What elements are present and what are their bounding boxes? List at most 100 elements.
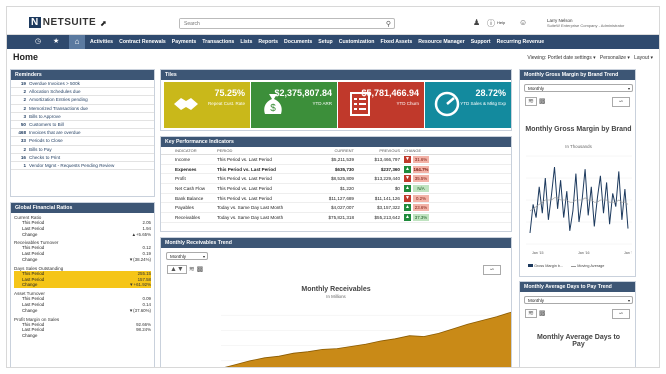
reminder-item[interactable]: 2 Memorized Transactions due — [11, 105, 154, 113]
nav-item[interactable]: Customization — [339, 39, 375, 45]
netsuite-logo[interactable]: N NETSUITE — [29, 17, 96, 28]
reminder-label[interactable]: Customers to Bill — [29, 122, 64, 127]
layout-button[interactable]: Layout — [634, 55, 649, 61]
reminder-count[interactable]: 50 — [11, 122, 29, 127]
reminder-count[interactable]: 468 — [11, 130, 29, 135]
reminder-item[interactable]: 33 Periods to Close — [11, 137, 154, 146]
kpi-current: $1,220 — [339, 186, 354, 192]
reminder-count[interactable]: 2 — [11, 97, 29, 102]
reminder-label[interactable]: Overdue Invoices > 500k — [29, 81, 80, 86]
ad-chart-type-icons[interactable]: ≋ ▩ — [525, 309, 545, 318]
global-search[interactable]: ⚲ — [179, 18, 395, 29]
reminder-label[interactable]: Allocation Schedules due — [29, 89, 81, 94]
kpi-row[interactable]: Payables Today vs. Same Day Last Month $4,… — [161, 203, 511, 214]
nav-item[interactable]: Recurring Revenue — [497, 39, 545, 45]
reminder-item[interactable]: 16 Checks to Print — [11, 154, 154, 162]
favorites-star-icon[interactable]: ★ — [53, 37, 59, 45]
ratio-line-label: Change — [22, 282, 38, 288]
reminder-item[interactable]: 2 Allocation Schedules due — [11, 88, 154, 97]
receivables-header: Monthly Receivables Trend — [161, 238, 511, 248]
kpi-row[interactable]: Net Cash Flow This Period vs. Last Period… — [161, 184, 511, 194]
arrow-up-icon: ▲ — [404, 184, 411, 192]
kpi-row[interactable]: Expenses This Period vs. Last Period $635,… — [161, 165, 511, 175]
kpi-row[interactable]: Bank Balance This Period vs. Last Period $… — [161, 194, 511, 204]
reminder-item[interactable]: 2 Bills to Pay — [11, 146, 154, 154]
ratio-line-label: Change — [22, 333, 38, 339]
reminder-item[interactable]: 3 Bills to Approve — [11, 113, 154, 121]
personalize-button[interactable]: Personalize — [600, 55, 626, 61]
gm-chart-type-icons[interactable]: ≋ ▩ — [525, 97, 545, 106]
user-menu[interactable]: Larry Nelson SuiteW Enterprise Company -… — [547, 18, 624, 28]
reminder-item[interactable]: 19 Overdue Invoices > 500k — [11, 80, 154, 89]
ratio-line-label: Change — [22, 256, 38, 262]
kpi-period: Today vs. Same Day Last Month — [217, 205, 284, 211]
nav-item[interactable]: Reports — [258, 39, 278, 45]
nav-item[interactable]: Setup — [318, 39, 332, 45]
ratio-line-value: ▲+5.65% — [132, 232, 151, 238]
reminder-count[interactable]: 16 — [11, 155, 29, 160]
reminder-item[interactable]: 468 Invoices that are overdue — [11, 129, 154, 138]
nav-item[interactable]: Resource Manager — [418, 39, 464, 45]
reminder-label[interactable]: Vendor Mgmt - Requests Pending Review — [29, 163, 114, 168]
gross-margin-period-select[interactable]: Monthly ▾ — [524, 84, 633, 92]
tiles-row: 75.25% Repeat Cust. Rate $ $2,375,807.84 YTD… — [164, 82, 511, 130]
reminder-label[interactable]: Amortization Entries pending — [29, 97, 88, 102]
chart-type-icons[interactable]: ▲▼ ≋ ▩ — [167, 265, 203, 274]
reminder-label[interactable]: Bills to Pay — [29, 147, 52, 152]
nav-item[interactable]: Activities — [90, 39, 113, 45]
kpi-row[interactable]: Receivables Today vs. Same Day Last Month… — [161, 213, 511, 223]
nav-item[interactable]: Transactions — [202, 39, 234, 45]
avg-days-period-select[interactable]: Monthly ▾ — [524, 296, 633, 304]
avg-days-portlet: Monthly Average Days to Pay Trend Monthl… — [519, 281, 636, 367]
mouse-cursor-icon: ⬈ — [100, 19, 107, 28]
kpi-tile[interactable]: $5,781,466.94 YTD Churn — [338, 82, 424, 128]
nav-item[interactable]: Payments — [172, 39, 197, 45]
nav-item[interactable]: Fixed Assets — [380, 39, 412, 45]
kpi-change-value: N/A — [413, 184, 429, 192]
reminder-count[interactable]: 19 — [11, 81, 29, 86]
trend-line-icon[interactable]: ∽ — [483, 265, 501, 275]
app-window: NNETSUITE ⬈ ⚲ ♟ ⓘ Help ☺ Larry Nelson Su… — [6, 6, 660, 368]
home-icon[interactable]: ⌂ — [69, 35, 85, 49]
reminder-item[interactable]: 2 Amortization Entries pending — [11, 96, 154, 105]
help-label[interactable]: Help — [497, 20, 505, 25]
search-icon[interactable]: ⚲ — [386, 20, 391, 28]
reminder-count[interactable]: 2 — [11, 89, 29, 94]
ad-trend-icon[interactable]: ∽ — [612, 309, 630, 319]
recent-history-icon[interactable]: ◷ — [35, 37, 41, 45]
kpi-header: Key Performance Indicators — [161, 137, 511, 147]
reminder-label[interactable]: Checks to Print — [29, 155, 60, 160]
reminder-label[interactable]: Bills to Approve — [29, 114, 61, 119]
reminder-item[interactable]: 1 Vendor Mgmt - Requests Pending Review — [11, 162, 154, 171]
reminder-count[interactable]: 2 — [11, 106, 29, 111]
gm-trend-icon[interactable]: ∽ — [612, 97, 630, 107]
kpi-tile[interactable]: 75.25% Repeat Cust. Rate — [164, 82, 250, 128]
reminder-count[interactable]: 33 — [11, 138, 29, 143]
kpi-previous: $237,360 — [380, 166, 400, 172]
nav-item[interactable]: Support — [471, 39, 491, 45]
people-icon[interactable]: ♟ — [473, 18, 480, 27]
reminder-label[interactable]: Invoices that are overdue — [29, 130, 81, 135]
nav-item[interactable]: Lists — [240, 39, 252, 45]
reminder-count[interactable]: 3 — [11, 114, 29, 119]
kpi-column-header: PERIOD — [217, 148, 233, 153]
ratio-line-label: Change — [22, 231, 38, 237]
reminder-item[interactable]: 50 Customers to Bill — [11, 121, 154, 130]
user-avatar-icon[interactable]: ☺ — [519, 18, 527, 27]
reminder-label[interactable]: Memorized Transactions due — [29, 106, 88, 111]
kpi-row[interactable]: Profit This Period vs. Last Period $8,525,… — [161, 174, 511, 185]
nav-item[interactable]: Contract Renewals — [119, 39, 166, 45]
nav-item[interactable]: Documents — [284, 39, 312, 45]
receivables-period-select[interactable]: Monthly ▾ — [166, 252, 208, 260]
tile-label: Repeat Cust. Rate — [207, 101, 245, 106]
reminder-count[interactable]: 1 — [11, 163, 29, 168]
reminder-count[interactable]: 2 — [11, 147, 29, 152]
help-icon[interactable]: ⓘ — [487, 18, 495, 29]
kpi-tile[interactable]: 28.72% YTD Sales & Mktg Exp — [425, 82, 511, 128]
reminder-label[interactable]: Periods to Close — [29, 138, 63, 143]
kpi-row[interactable]: Income This Period vs. Last Period $5,211,… — [161, 155, 511, 165]
viewing-portlet-settings[interactable]: Viewing: Portlet date settings — [527, 55, 591, 61]
search-input[interactable] — [180, 19, 376, 28]
kpi-tile[interactable]: $ $2,375,807.84 YTD ARR — [251, 82, 337, 128]
gross-margin-header: Monthly Gross Margin by Brand Trend — [520, 70, 635, 80]
